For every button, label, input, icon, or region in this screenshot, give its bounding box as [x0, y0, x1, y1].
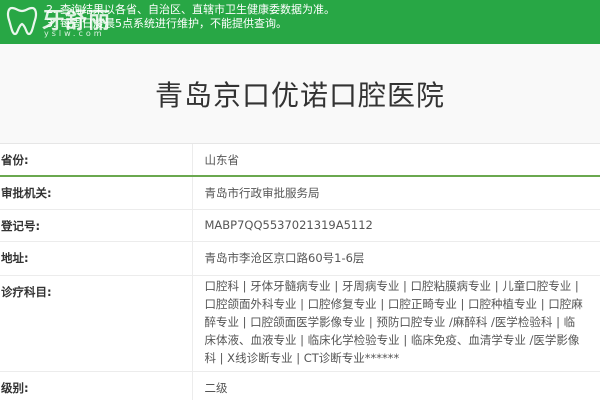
level-label: 级别: — [0, 371, 193, 400]
authority-value: 青岛市行政审批服务局 — [192, 175, 600, 210]
province-value: 山东省 — [192, 144, 600, 177]
table-row-province: 省份: 山东省 — [0, 144, 600, 177]
table-row-registration: 登记号: MABP7QQ5537021319A5112 — [0, 209, 600, 242]
address-label: 地址: — [0, 241, 193, 276]
subjects-label: 诊疗科目: — [0, 275, 193, 372]
tooth-icon — [6, 6, 38, 36]
table-row-authority: 审批机关: 青岛市行政审批服务局 — [0, 175, 600, 210]
subjects-value: 口腔科 | 牙体牙髓病专业 | 牙周病专业 | 口腔粘膜病专业 | 儿童口腔专业… — [192, 275, 600, 372]
province-label: 省份: — [0, 144, 193, 177]
hospital-title-box: 青岛京口优诺口腔医院 — [0, 44, 600, 144]
hospital-info-table: 省份: 山东省 审批机关: 青岛市行政审批服务局 登记号: MABP7QQ553… — [0, 144, 600, 400]
hospital-name: 青岛京口优诺口腔医院 — [154, 78, 445, 112]
level-value: 二级 — [192, 371, 600, 400]
table-row-subjects: 诊疗科目: 口腔科 | 牙体牙髓病专业 | 牙周病专业 | 口腔粘膜病专业 | … — [0, 275, 600, 372]
table-row-level: 级别: 二级 — [0, 371, 600, 400]
site-logo[interactable]: 牙舒丽 yslw.com — [4, 2, 154, 40]
authority-label: 审批机关: — [0, 175, 193, 210]
logo-url-text: yslw.com — [44, 29, 105, 38]
registration-value: MABP7QQ5537021319A5112 — [192, 209, 600, 242]
table-row-address: 地址: 青岛市李沧区京口路60号1-6层 — [0, 241, 600, 276]
registration-label: 登记号: — [0, 209, 193, 242]
address-value: 青岛市李沧区京口路60号1-6层 — [192, 241, 600, 276]
